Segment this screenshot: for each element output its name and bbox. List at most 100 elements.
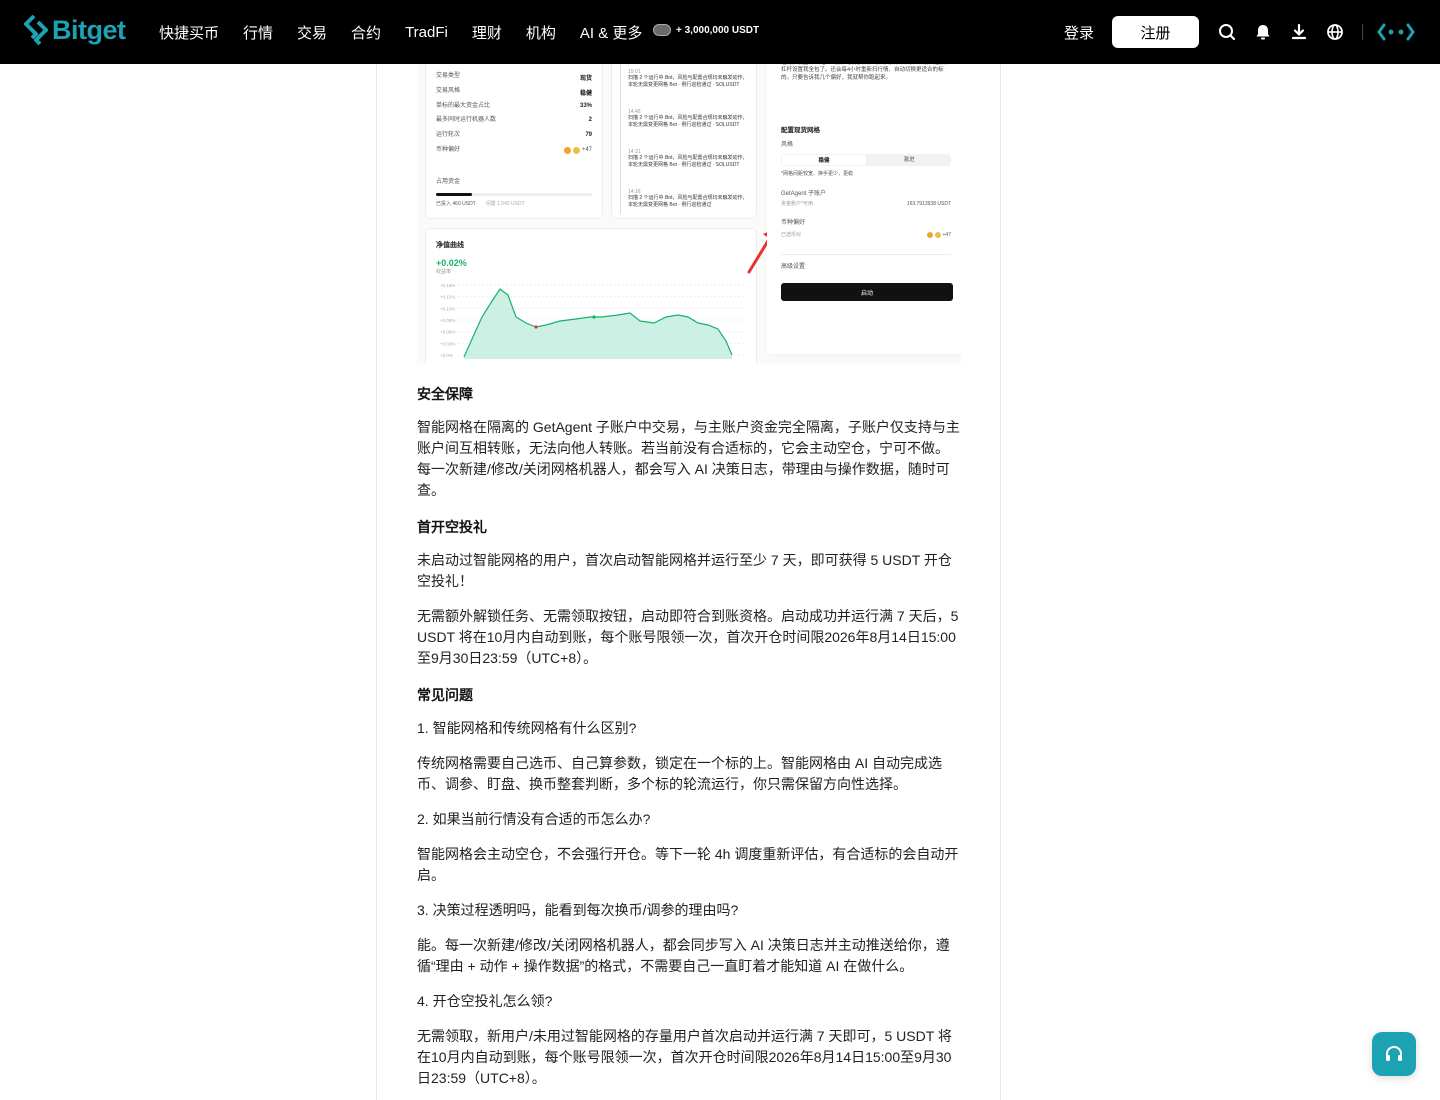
pref-coins: +47 bbox=[926, 232, 951, 238]
log-entry: 14:46 扫描 2 个运行中 Bot，风险与配置合规均未触发动作，本轮无需变更… bbox=[628, 109, 748, 129]
headset-icon bbox=[1386, 1045, 1402, 1061]
article-body: 安全保障 智能网格在隔离的 GetAgent 子账户中交易，与主账户资金完全隔离… bbox=[417, 382, 962, 1100]
advanced-settings[interactable]: 高级设置 bbox=[781, 264, 805, 271]
funds-legend: 已投入 460 USDT 闲置 1,540 USDT bbox=[436, 201, 525, 207]
nav-item-ai-more[interactable]: AI & 更多 bbox=[580, 22, 643, 43]
register-button[interactable]: 注册 bbox=[1112, 16, 1199, 48]
log-entry: 15:01 扫描 2 个运行中 Bot，风险与配置合规均未触发动作，本轮无需变更… bbox=[628, 69, 748, 89]
equity-curve-chart: +0.18% +0.15% +0.10% +0.08% +0.06% +0.03% +0.0… bbox=[440, 283, 744, 359]
paragraph: 智能网格在隔离的 GetAgent 子账户中交易，与主账户资金完全隔离，子账户仅… bbox=[417, 419, 960, 498]
info-key: 单标的最大资金占比 bbox=[436, 103, 491, 109]
login-link[interactable]: 登录 bbox=[1064, 22, 1094, 43]
pref-value: +47 bbox=[942, 232, 951, 238]
log-entry: 14:16 扫描 2 个运行中 Bot，风险与配置合规均未触发动作，本轮无需变更… bbox=[628, 189, 748, 209]
nav-item-futures[interactable]: 合约 bbox=[351, 22, 381, 43]
download-icon[interactable] bbox=[1289, 22, 1309, 42]
curve-title: 净值曲线 bbox=[436, 242, 464, 249]
bitget-logo-icon bbox=[24, 14, 48, 46]
available-row: 资金账户*可用 163.7913938 USDT bbox=[781, 201, 951, 207]
curve-marker bbox=[592, 315, 596, 319]
paragraph: 无需额外解锁任务、无需领取按钮，启动即符合到账资格。启动成功并运行满 7 天后，… bbox=[417, 608, 959, 666]
y-tick-label: +0.03% bbox=[440, 341, 455, 346]
log-text: 扫描 2 个运行中 Bot，风险与配置合规均未触发动作，本轮无需变更网格 Bot… bbox=[628, 115, 748, 128]
info-row: 运行轮次 79 bbox=[436, 132, 592, 139]
pref-label: 币种偏好 bbox=[781, 220, 806, 226]
tab-steady[interactable]: 稳健 bbox=[782, 155, 866, 165]
tab-aggressive[interactable]: 激进 bbox=[867, 154, 951, 166]
legend-free: 闲置 1,540 USDT bbox=[485, 201, 525, 207]
pref-row[interactable]: 已选币对 +47 bbox=[781, 232, 951, 238]
section-title-airdrop: 首开空投礼 bbox=[417, 519, 487, 535]
promo-banner[interactable]: + 3,000,000 USDT bbox=[653, 24, 759, 36]
info-value: 79 bbox=[585, 132, 592, 138]
nav-item-trade[interactable]: 交易 bbox=[297, 22, 327, 43]
article-column: 交易类型 现货 交易风格 稳健 单标的最大资金占比 33% 最多同时运行机器人数… bbox=[376, 64, 1001, 1100]
curve-area bbox=[464, 289, 732, 359]
coin-icon bbox=[563, 147, 571, 155]
equity-curve-card: 净值曲线 +0.02% 收益率 +0.18% +0.15% +0.10% +0.08%… bbox=[425, 228, 757, 364]
account-label: GetAgent 子账户 bbox=[781, 191, 827, 197]
nav-item-earn[interactable]: 理财 bbox=[472, 22, 502, 43]
style-tabs: 稳健 激进 bbox=[781, 154, 951, 166]
log-text: 扫描 2 个运行中 Bot，风险与配置合规均未触发动作，本轮无需变更网格 Bot… bbox=[628, 75, 748, 88]
nav-item-quick-buy[interactable]: 快捷买币 bbox=[159, 22, 219, 43]
tab-steady-label: 稳健 bbox=[818, 158, 830, 164]
getagent-icon[interactable] bbox=[1376, 22, 1416, 42]
info-value: 稳健 bbox=[579, 91, 592, 97]
info-key: 币种偏好 bbox=[436, 147, 461, 153]
info-row: 交易类型 现货 bbox=[436, 73, 592, 82]
search-icon[interactable] bbox=[1217, 22, 1237, 42]
bell-icon[interactable] bbox=[1253, 22, 1273, 42]
faq-question: 1. 智能网格和传统网格有什么区别? bbox=[417, 720, 637, 736]
curve-marker bbox=[534, 325, 538, 329]
coin-preference: +47 bbox=[563, 147, 592, 155]
section-title-faq: 常见问题 bbox=[417, 687, 473, 703]
nav-item-tradfi[interactable]: TradFi bbox=[405, 24, 448, 41]
info-key: 最多同时运行机器人数 bbox=[436, 117, 497, 123]
info-row: 交易风格 稳健 bbox=[436, 88, 592, 97]
tab-aggressive-label: 激进 bbox=[903, 156, 915, 163]
config-intro: 运行，设置 GetAgent 会自动调参数、每日扫描、自动上下限、格数、杠杆设置… bbox=[781, 64, 950, 81]
nav-item-markets[interactable]: 行情 bbox=[243, 22, 273, 43]
bitget-logo[interactable]: Bitget bbox=[24, 14, 126, 46]
info-key: 交易风格 bbox=[436, 88, 461, 94]
faq-answer: 传统网格需要自己选币、自己算参数，锁定在一个标的上。智能网格由 AI 自动完成选… bbox=[417, 755, 943, 792]
start-button[interactable]: 启动 bbox=[781, 283, 953, 301]
nav-item-institutional[interactable]: 机构 bbox=[526, 22, 556, 43]
product-screenshot: 交易类型 现货 交易风格 稳健 单标的最大资金占比 33% 最多同时运行机器人数… bbox=[417, 64, 961, 364]
strategy-info-card: 交易类型 现货 交易风格 稳健 单标的最大资金占比 33% 最多同时运行机器人数… bbox=[425, 64, 603, 219]
info-row: 单标的最大资金占比 33% bbox=[436, 103, 592, 110]
start-label: 启动 bbox=[860, 290, 873, 297]
log-entry: 14:31 扫描 2 个运行中 Bot，风险与配置合规均未触发动作，本轮无需变更… bbox=[628, 149, 748, 169]
info-value: 现货 bbox=[579, 76, 592, 82]
y-tick-label: +0.18% bbox=[440, 283, 455, 288]
faq-question: 3. 决策过程透明吗，能看到每次换币/调参的理由吗? bbox=[417, 902, 739, 918]
paragraph: 未启动过智能网格的用户，首次启动智能网格并运行至少 7 天，即可获得 5 USD… bbox=[417, 552, 952, 589]
globe-icon[interactable] bbox=[1325, 22, 1345, 42]
faq-question: 2. 如果当前行情没有合适的币怎么办? bbox=[417, 811, 651, 827]
promo-text: + 3,000,000 USDT bbox=[676, 24, 760, 36]
y-tick-label: +0.08% bbox=[440, 318, 455, 323]
funds-bar-fill bbox=[436, 193, 472, 196]
y-tick-label: +0.0% bbox=[440, 353, 453, 358]
main-menu: 快捷买币 行情 交易 合约 TradFi 理财 机构 AI & 更多 bbox=[159, 0, 666, 64]
funds-label: 占用资金 bbox=[436, 179, 461, 185]
curve-change: +0.02% bbox=[436, 258, 467, 268]
nav-divider bbox=[1362, 24, 1363, 40]
style-note: *网格间距较宽、换手更少，更稳 bbox=[781, 171, 853, 177]
funds-bar bbox=[436, 193, 592, 196]
info-value: 33% bbox=[579, 103, 592, 109]
coin-count: +47 bbox=[581, 147, 592, 153]
curve-sub: 收益率 bbox=[436, 269, 452, 275]
decision-log-card: 15:01 扫描 2 个运行中 Bot，风险与配置合规均未触发动作，本轮无需变更… bbox=[611, 64, 757, 219]
log-timeline bbox=[620, 64, 621, 214]
coin-icon bbox=[572, 147, 580, 155]
info-value: 2 bbox=[588, 117, 592, 123]
brand-name: Bitget bbox=[52, 14, 126, 45]
top-nav: Bitget 快捷买币 行情 交易 合约 TradFi 理财 机构 AI & 更… bbox=[0, 0, 1440, 64]
info-key: 运行轮次 bbox=[436, 132, 461, 138]
support-button[interactable] bbox=[1372, 1032, 1416, 1076]
pref-sub: 已选币对 bbox=[781, 232, 802, 238]
legend-used: 已投入 460 USDT bbox=[436, 201, 476, 207]
log-text: 扫描 2 个运行中 Bot，风险与配置合规均未触发动作，本轮无需变更网格 Bot… bbox=[628, 155, 748, 168]
